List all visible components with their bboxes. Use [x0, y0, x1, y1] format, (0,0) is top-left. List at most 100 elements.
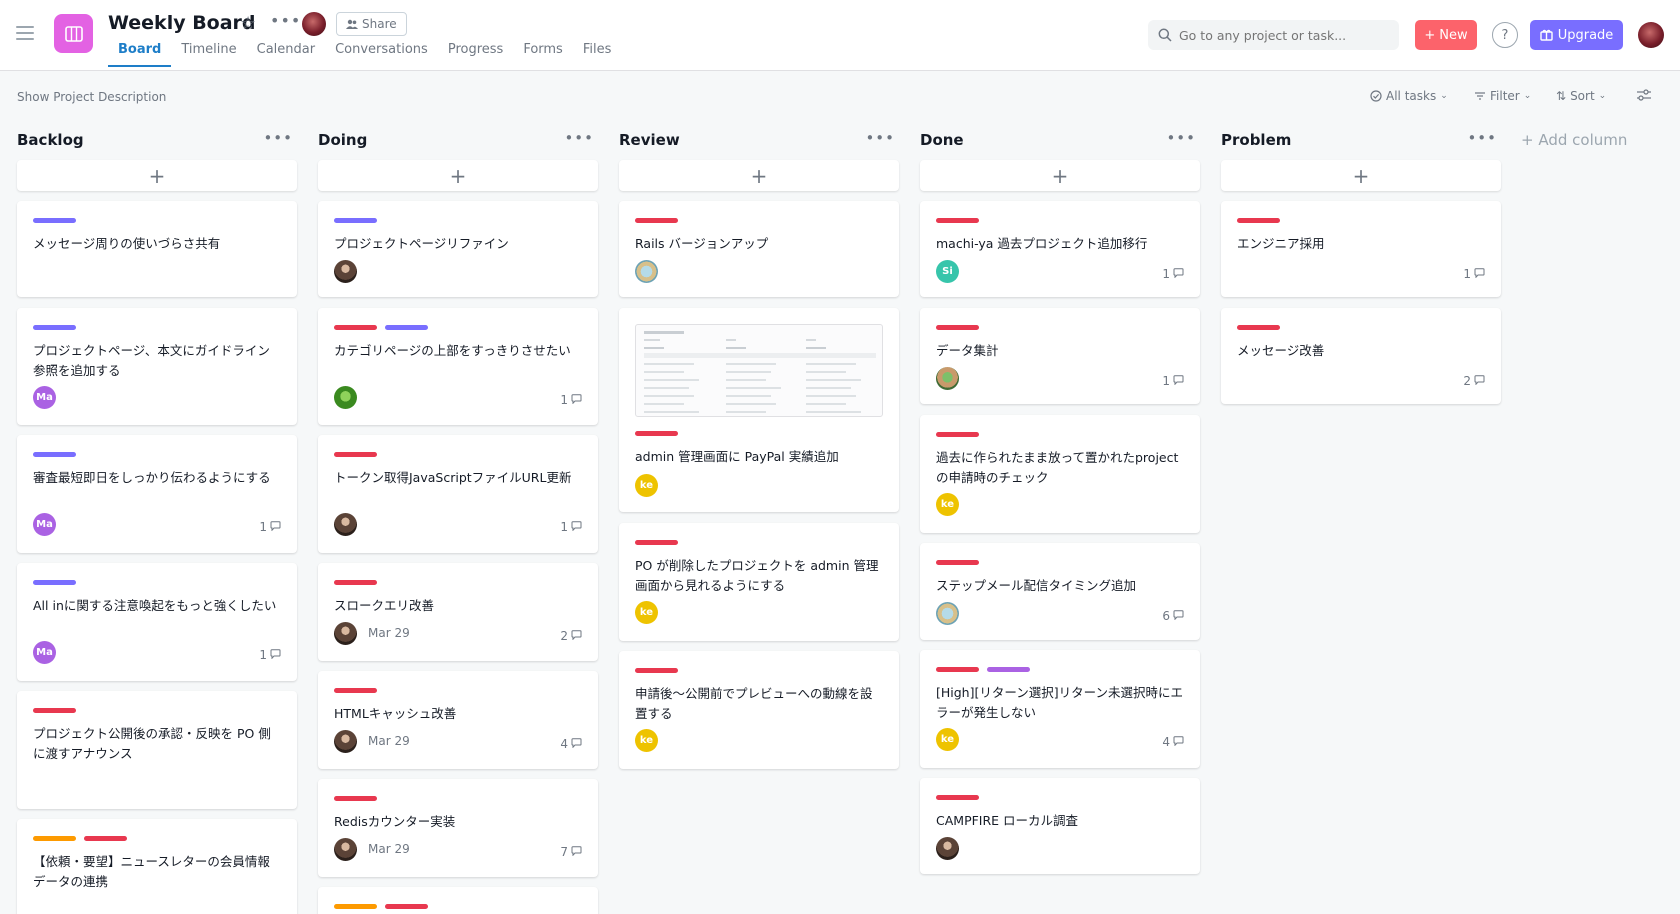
assignee-avatar[interactable]: ke — [635, 474, 658, 497]
column-title[interactable]: Done — [920, 131, 964, 149]
assignee-avatar[interactable]: ke — [635, 601, 658, 624]
task-card[interactable]: CAMPFIRE ローカル調査 — [920, 778, 1200, 874]
task-card[interactable]: スロークエリ改善 Mar 29 2 — [318, 563, 598, 661]
comment-count[interactable]: 1 — [1162, 374, 1184, 388]
board-project-icon[interactable] — [54, 14, 93, 53]
filter-button[interactable]: Filter ⌄ — [1474, 89, 1531, 103]
task-card[interactable]: メッセージ改善 2 — [1221, 308, 1501, 404]
assignee-avatar[interactable]: Ma — [33, 513, 56, 536]
task-card[interactable]: 【依頼・要望】ニュースレターの会員情報データの連携 — [17, 819, 297, 914]
share-button[interactable]: Share — [336, 12, 407, 36]
all-tasks-dropdown[interactable]: All tasks ⌄ — [1370, 89, 1448, 103]
assignee-avatar[interactable]: Ma — [33, 641, 56, 664]
comment-count[interactable]: 2 — [560, 629, 582, 643]
comment-count[interactable]: 1 — [560, 520, 582, 534]
task-card[interactable]: [High][リターン選択]リターン未選択時にエラーが発生しない ke 4 — [920, 650, 1200, 768]
column-title[interactable]: Backlog — [17, 131, 84, 149]
task-card[interactable] — [318, 887, 598, 914]
column-more-icon[interactable]: ••• — [1467, 129, 1497, 147]
task-card[interactable]: 申請後〜公開前でプレビューへの動線を設置する ke — [619, 651, 899, 769]
show-project-description-link[interactable]: Show Project Description — [17, 90, 166, 104]
task-card[interactable]: Redisカウンター実装 Mar 29 7 — [318, 779, 598, 877]
board-settings-icon[interactable] — [1636, 89, 1652, 101]
comment-count[interactable]: 6 — [1162, 609, 1184, 623]
column-more-icon[interactable]: ••• — [865, 129, 895, 147]
assignee-avatar[interactable] — [334, 730, 357, 753]
assignee-avatar[interactable] — [334, 513, 357, 536]
task-card[interactable]: エンジニア採用 1 — [1221, 201, 1501, 297]
task-card[interactable]: プロジェクト公開後の承認・反映を PO 側に渡すアナウンス — [17, 691, 297, 809]
new-button[interactable]: + New — [1415, 20, 1477, 50]
user-avatar[interactable] — [1638, 22, 1664, 48]
assignee-avatar[interactable] — [936, 367, 959, 390]
assignee-avatar[interactable] — [334, 838, 357, 861]
task-card[interactable]: 審査最短即日をしっかり伝わるようにする Ma 1 — [17, 435, 297, 553]
column-title[interactable]: Doing — [318, 131, 367, 149]
comment-count[interactable]: 1 — [560, 393, 582, 407]
due-date[interactable]: Mar 29 — [368, 626, 410, 640]
member-avatar[interactable] — [302, 12, 326, 36]
tab-progress[interactable]: Progress — [438, 42, 513, 67]
search-box[interactable] — [1148, 20, 1399, 50]
hamburger-menu-icon[interactable] — [16, 26, 34, 40]
column-more-icon[interactable]: ••• — [263, 129, 293, 147]
comment-count[interactable]: 1 — [1162, 267, 1184, 281]
assignee-avatar[interactable]: Ma — [33, 386, 56, 409]
project-title[interactable]: Weekly Board — [108, 12, 256, 34]
task-card[interactable]: HTMLキャッシュ改善 Mar 29 4 — [318, 671, 598, 769]
task-card[interactable]: プロジェクトページ、本文にガイドライン参照を追加する Ma — [17, 308, 297, 425]
add-column-button[interactable]: + Add column — [1521, 131, 1627, 149]
due-date[interactable]: Mar 29 — [368, 842, 410, 856]
add-task-button[interactable]: + — [318, 160, 598, 191]
sort-button[interactable]: ⇅ Sort ⌄ — [1556, 89, 1606, 103]
task-card[interactable]: メッセージ周りの使いづらさ共有 — [17, 201, 297, 297]
comment-count[interactable]: 1 — [259, 648, 281, 662]
tab-board[interactable]: Board — [108, 42, 172, 67]
task-card[interactable]: トークン取得JavaScriptファイルURL更新 1 — [318, 435, 598, 553]
assignee-avatar[interactable] — [635, 260, 658, 283]
due-date[interactable]: Mar 29 — [368, 734, 410, 748]
assignee-avatar[interactable] — [936, 837, 959, 860]
add-task-button[interactable]: + — [17, 160, 297, 191]
task-card[interactable]: カテゴリページの上部をすっきりさせたい 1 — [318, 308, 598, 425]
tab-timeline[interactable]: Timeline — [171, 42, 246, 67]
add-task-button[interactable]: + — [920, 160, 1200, 191]
assignee-avatar[interactable] — [936, 602, 959, 625]
tab-files[interactable]: Files — [573, 42, 622, 67]
comment-count[interactable]: 4 — [1162, 735, 1184, 749]
assignee-avatar[interactable] — [334, 260, 357, 283]
column-title[interactable]: Review — [619, 131, 680, 149]
assignee-avatar[interactable]: ke — [936, 728, 959, 751]
tab-calendar[interactable]: Calendar — [247, 42, 325, 67]
comment-count[interactable]: 7 — [560, 845, 582, 859]
comment-count[interactable]: 1 — [1463, 267, 1485, 281]
attachment-thumbnail[interactable] — [635, 324, 883, 417]
task-card[interactable]: 過去に作られたまま放って置かれたprojectの申請時のチェック ke — [920, 415, 1200, 533]
assignee-avatar[interactable]: ke — [936, 493, 959, 516]
task-card[interactable]: プロジェクトページリファイン — [318, 201, 598, 297]
upgrade-button[interactable]: Upgrade — [1530, 20, 1623, 50]
comment-count[interactable]: 2 — [1463, 374, 1485, 388]
help-button[interactable]: ? — [1492, 22, 1518, 48]
add-task-button[interactable]: + — [1221, 160, 1501, 191]
task-card[interactable]: Rails バージョンアップ — [619, 201, 899, 297]
add-task-button[interactable]: + — [619, 160, 899, 191]
task-card[interactable]: admin 管理画面に PayPal 実績追加 ke — [619, 308, 899, 512]
column-more-icon[interactable]: ••• — [1166, 129, 1196, 147]
column-title[interactable]: Problem — [1221, 131, 1291, 149]
task-card[interactable]: データ集計 1 — [920, 308, 1200, 404]
task-card[interactable]: ステップメール配信タイミング追加 6 — [920, 543, 1200, 640]
column-more-icon[interactable]: ••• — [564, 129, 594, 147]
task-card[interactable]: All inに関する注意喚起をもっと強くしたい Ma 1 — [17, 563, 297, 681]
task-card[interactable]: PO が削除したプロジェクトを admin 管理画面から見れるようにする ke — [619, 523, 899, 641]
assignee-avatar[interactable]: Si — [936, 260, 959, 283]
assignee-avatar[interactable] — [334, 386, 357, 409]
assignee-avatar[interactable]: ke — [635, 729, 658, 752]
comment-count[interactable]: 1 — [259, 520, 281, 534]
tab-forms[interactable]: Forms — [513, 42, 573, 67]
assignee-avatar[interactable] — [334, 622, 357, 645]
project-more-icon[interactable]: ••• — [270, 11, 301, 30]
tab-conversations[interactable]: Conversations — [325, 42, 438, 67]
star-icon[interactable]: ☆ — [240, 13, 256, 34]
comment-count[interactable]: 4 — [560, 737, 582, 751]
